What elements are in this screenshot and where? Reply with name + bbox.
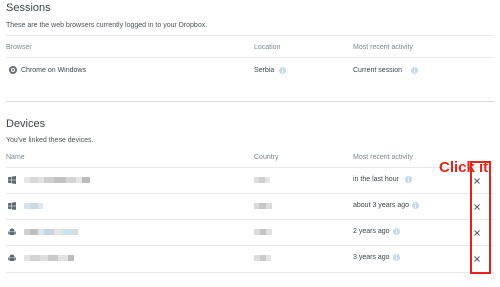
android-icon	[8, 254, 16, 261]
android-icon	[8, 228, 16, 235]
device-activity: about 3 years ago	[353, 202, 410, 209]
divider	[6, 272, 494, 273]
annotation-highlight-box	[470, 161, 491, 274]
redacted-device-name	[24, 255, 74, 261]
session-activity: Current session	[353, 67, 403, 74]
info-icon[interactable]	[393, 228, 400, 235]
session-location: Serbia	[254, 67, 275, 74]
divider	[6, 193, 494, 194]
redacted-device-name	[24, 229, 78, 235]
info-icon[interactable]	[279, 67, 286, 74]
windows-icon	[8, 176, 16, 184]
col-country: Country	[254, 154, 279, 161]
divider	[6, 219, 494, 220]
redacted-country	[254, 177, 270, 183]
redacted-device-name	[24, 203, 43, 209]
sessions-title: Sessions	[6, 2, 51, 14]
redacted-device-name	[24, 177, 90, 183]
devices-subtitle: You've linked these devices.	[6, 137, 94, 144]
col-location: Location	[254, 44, 281, 51]
info-icon[interactable]	[393, 254, 400, 261]
device-activity: in the last hour	[353, 176, 399, 183]
divider	[6, 167, 494, 168]
chrome-icon	[9, 66, 17, 74]
windows-icon	[8, 202, 16, 210]
col-name: Name	[6, 154, 25, 161]
sessions-subtitle: These are the web browsers currently log…	[6, 22, 208, 29]
info-icon[interactable]	[405, 176, 412, 183]
info-icon[interactable]	[412, 202, 419, 209]
redacted-country	[254, 203, 272, 209]
col-activity: Most recent activity	[353, 44, 413, 51]
devices-title: Devices	[6, 118, 46, 130]
device-activity: 3 years ago	[353, 254, 390, 261]
divider	[6, 35, 494, 36]
device-activity: 2 years ago	[353, 228, 390, 235]
session-browser: Chrome on Windows	[21, 67, 86, 74]
divider	[6, 245, 494, 246]
col-browser: Browser	[6, 44, 32, 51]
info-icon[interactable]	[411, 67, 418, 74]
redacted-country	[254, 229, 272, 235]
section-divider	[6, 101, 494, 102]
col-device-activity: Most recent activity	[353, 154, 413, 161]
divider	[6, 57, 494, 58]
redacted-country	[254, 255, 271, 261]
